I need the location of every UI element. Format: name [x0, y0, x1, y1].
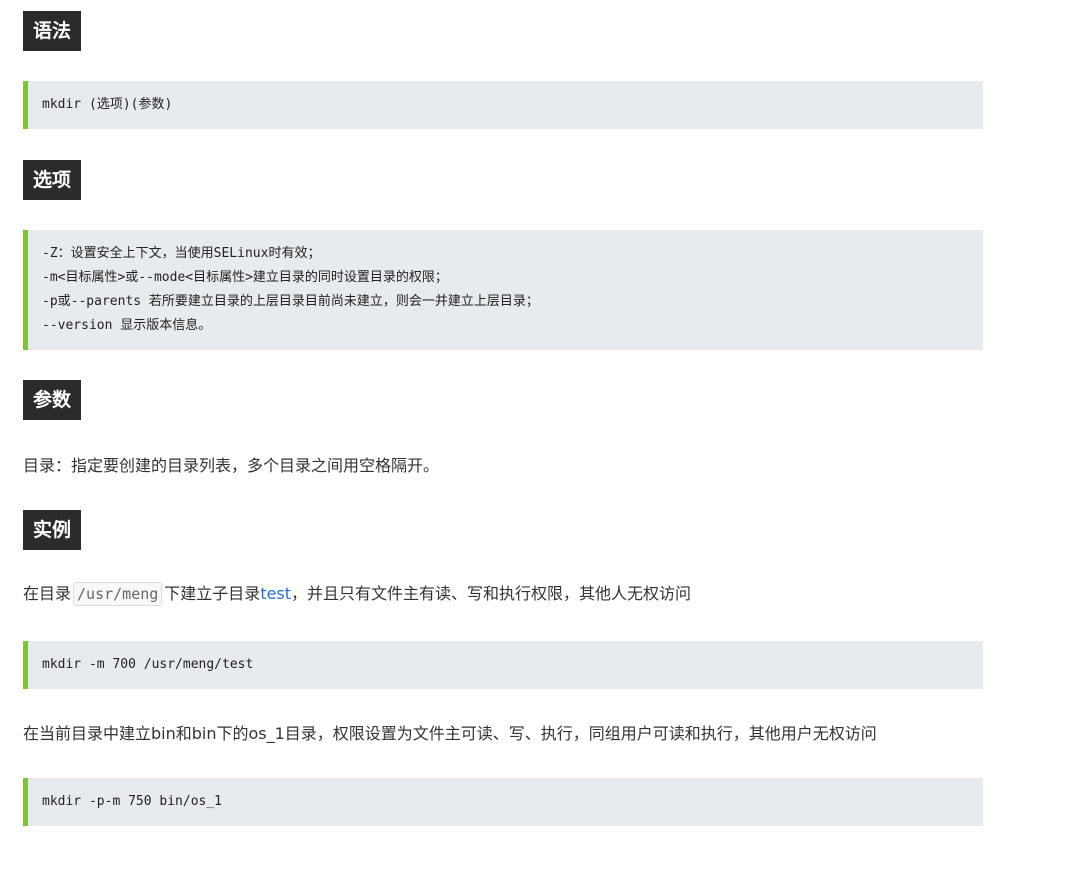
code-block-example2: mkdir -p-m 750 bin/os_1 [23, 778, 983, 826]
test-link[interactable]: test [260, 584, 291, 603]
section-heading-options: 选项 [23, 160, 81, 200]
inline-code-path: /usr/meng [73, 582, 163, 606]
code-line: mkdir -m 700 /usr/meng/test [42, 657, 254, 672]
code-line: mkdir (选项)(参数) [42, 97, 173, 112]
section-heading-syntax: 语法 [23, 11, 81, 51]
code-block-options: -Z：设置安全上下文，当使用SELinux时有效； -m<目标属性>或--mod… [23, 230, 983, 350]
code-block-syntax: mkdir (选项)(参数) [23, 81, 983, 129]
code-line: --version 显示版本信息。 [42, 318, 212, 333]
code-line: -p或--parents 若所要建立目录的上层目录目前尚未建立，则会一并建立上层… [42, 294, 539, 309]
params-description: 目录：指定要创建的目录列表，多个目录之间用空格隔开。 [23, 456, 440, 475]
example1-description: 在目录/usr/meng 下建立子目录test，并且只有文件主有读、写和执行权限，… [23, 580, 691, 608]
code-block-example1: mkdir -m 700 /usr/meng/test [23, 641, 983, 689]
example1-text-before: 在目录 [23, 584, 72, 603]
example2-description: 在当前目录中建立bin和bin下的os_1目录，权限设置为文件主可读、写、执行，… [23, 724, 877, 743]
code-line: -Z：设置安全上下文，当使用SELinux时有效； [42, 246, 321, 261]
section-heading-params: 参数 [23, 380, 81, 420]
section-heading-examples: 实例 [23, 510, 81, 550]
example1-text-middle: 下建立子目录 [164, 584, 261, 603]
code-line: mkdir -p-m 750 bin/os_1 [42, 794, 223, 809]
example1-text-after: ，并且只有文件主有读、写和执行权限，其他人无权访问 [291, 584, 692, 603]
code-line: -m<目标属性>或--mode<目标属性>建立目录的同时设置目录的权限； [42, 270, 448, 285]
